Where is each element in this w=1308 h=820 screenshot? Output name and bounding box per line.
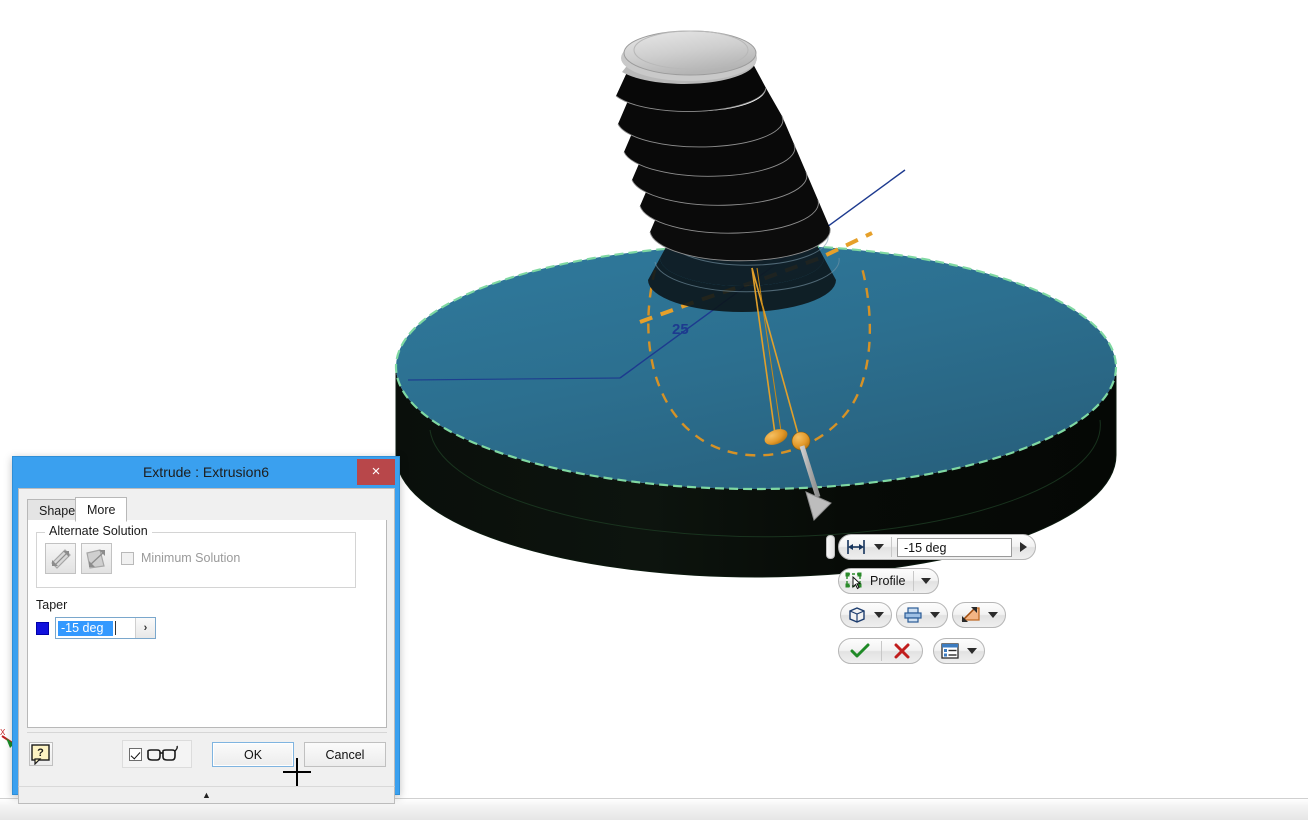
- profile-dropdown-caret-icon[interactable]: [921, 578, 931, 584]
- text-cursor: [115, 621, 116, 635]
- distance-dropdown-caret-icon[interactable]: [874, 544, 884, 550]
- taper-input[interactable]: -15 deg ›: [55, 617, 156, 639]
- mini-toolbar-grip[interactable]: [826, 535, 835, 559]
- cross-icon: [893, 643, 911, 659]
- dialog-tabstrip: Shape More: [27, 497, 387, 521]
- profile-label: Profile: [868, 574, 910, 588]
- glasses-icon: [146, 745, 180, 763]
- options-dropdown-caret-icon[interactable]: [967, 648, 977, 654]
- options-list-icon[interactable]: [937, 640, 963, 662]
- dialog-title: Extrude : Extrusion6: [13, 457, 399, 488]
- profile-select-icon[interactable]: [842, 570, 868, 592]
- ok-button[interactable]: OK: [212, 742, 294, 767]
- dialog-body: Shape More Alternate Solution: [18, 488, 395, 786]
- output-dropdown-caret-icon[interactable]: [930, 612, 940, 618]
- extrude-dialog[interactable]: Extrude : Extrusion6 × Shape More Altern…: [12, 456, 400, 795]
- svg-text:?: ?: [37, 747, 44, 759]
- inventor-application-window: 25 X: [0, 0, 1308, 820]
- close-icon[interactable]: ×: [357, 459, 395, 485]
- distance-expand-button[interactable]: [1014, 536, 1032, 558]
- tab-more[interactable]: More: [75, 497, 127, 522]
- extrude-mini-toolbar[interactable]: -15 deg Profile: [826, 534, 1031, 674]
- mini-toolbar-row-profile: Profile: [838, 568, 939, 594]
- taper-color-swatch-icon: [36, 622, 49, 635]
- output-boolean-icon[interactable]: [900, 604, 926, 626]
- taper-dropdown-caret-icon[interactable]: [988, 612, 998, 618]
- solid-dropdown-caret-icon[interactable]: [874, 612, 884, 618]
- dimension-value-label: 25: [672, 321, 689, 338]
- svg-text:X: X: [0, 728, 6, 737]
- taper-input-value[interactable]: -15 deg: [58, 621, 113, 636]
- distance-value-input[interactable]: -15 deg: [897, 538, 1012, 557]
- alternate-solution-group: Alternate Solution: [36, 532, 356, 588]
- taper-dropdown-button[interactable]: ›: [135, 618, 155, 638]
- dialog-titlebar[interactable]: Extrude : Extrusion6 ×: [13, 457, 399, 488]
- alternate-solution-direction-2-icon[interactable]: [81, 543, 112, 574]
- dialog-expand-handle[interactable]: ▲: [18, 786, 395, 804]
- mini-toolbar-row-output: [840, 602, 1006, 628]
- divider: [881, 641, 882, 661]
- distance-measure-icon[interactable]: [842, 536, 870, 558]
- divider: [891, 537, 892, 557]
- more-tab-panel: Alternate Solution: [27, 520, 387, 728]
- alternate-solution-label: Alternate Solution: [45, 524, 152, 538]
- preview-toggle-group[interactable]: [122, 740, 192, 768]
- mini-toolbar-ok-button[interactable]: [842, 640, 878, 662]
- minimum-solution-label: Minimum Solution: [141, 551, 240, 565]
- minimum-solution-row[interactable]: Minimum Solution: [121, 551, 240, 565]
- alternate-solution-direction-1-icon[interactable]: [45, 543, 76, 574]
- cancel-button[interactable]: Cancel: [304, 742, 386, 767]
- minimum-solution-checkbox[interactable]: [121, 552, 134, 565]
- preview-checkbox[interactable]: [129, 748, 142, 761]
- taper-row[interactable]: -15 deg ›: [36, 617, 156, 639]
- mini-toolbar-row-actions: [838, 638, 985, 664]
- help-icon[interactable]: ?: [29, 742, 53, 766]
- taper-angle-icon[interactable]: [956, 604, 984, 626]
- divider: [913, 571, 914, 591]
- mini-toolbar-row-distance: -15 deg: [826, 534, 1036, 560]
- checkmark-icon: [850, 643, 870, 659]
- mini-toolbar-cancel-button[interactable]: [885, 640, 919, 662]
- dialog-footer: ? OK Cancel: [27, 732, 387, 776]
- taper-label: Taper: [36, 598, 67, 612]
- solid-body-icon[interactable]: [844, 604, 870, 626]
